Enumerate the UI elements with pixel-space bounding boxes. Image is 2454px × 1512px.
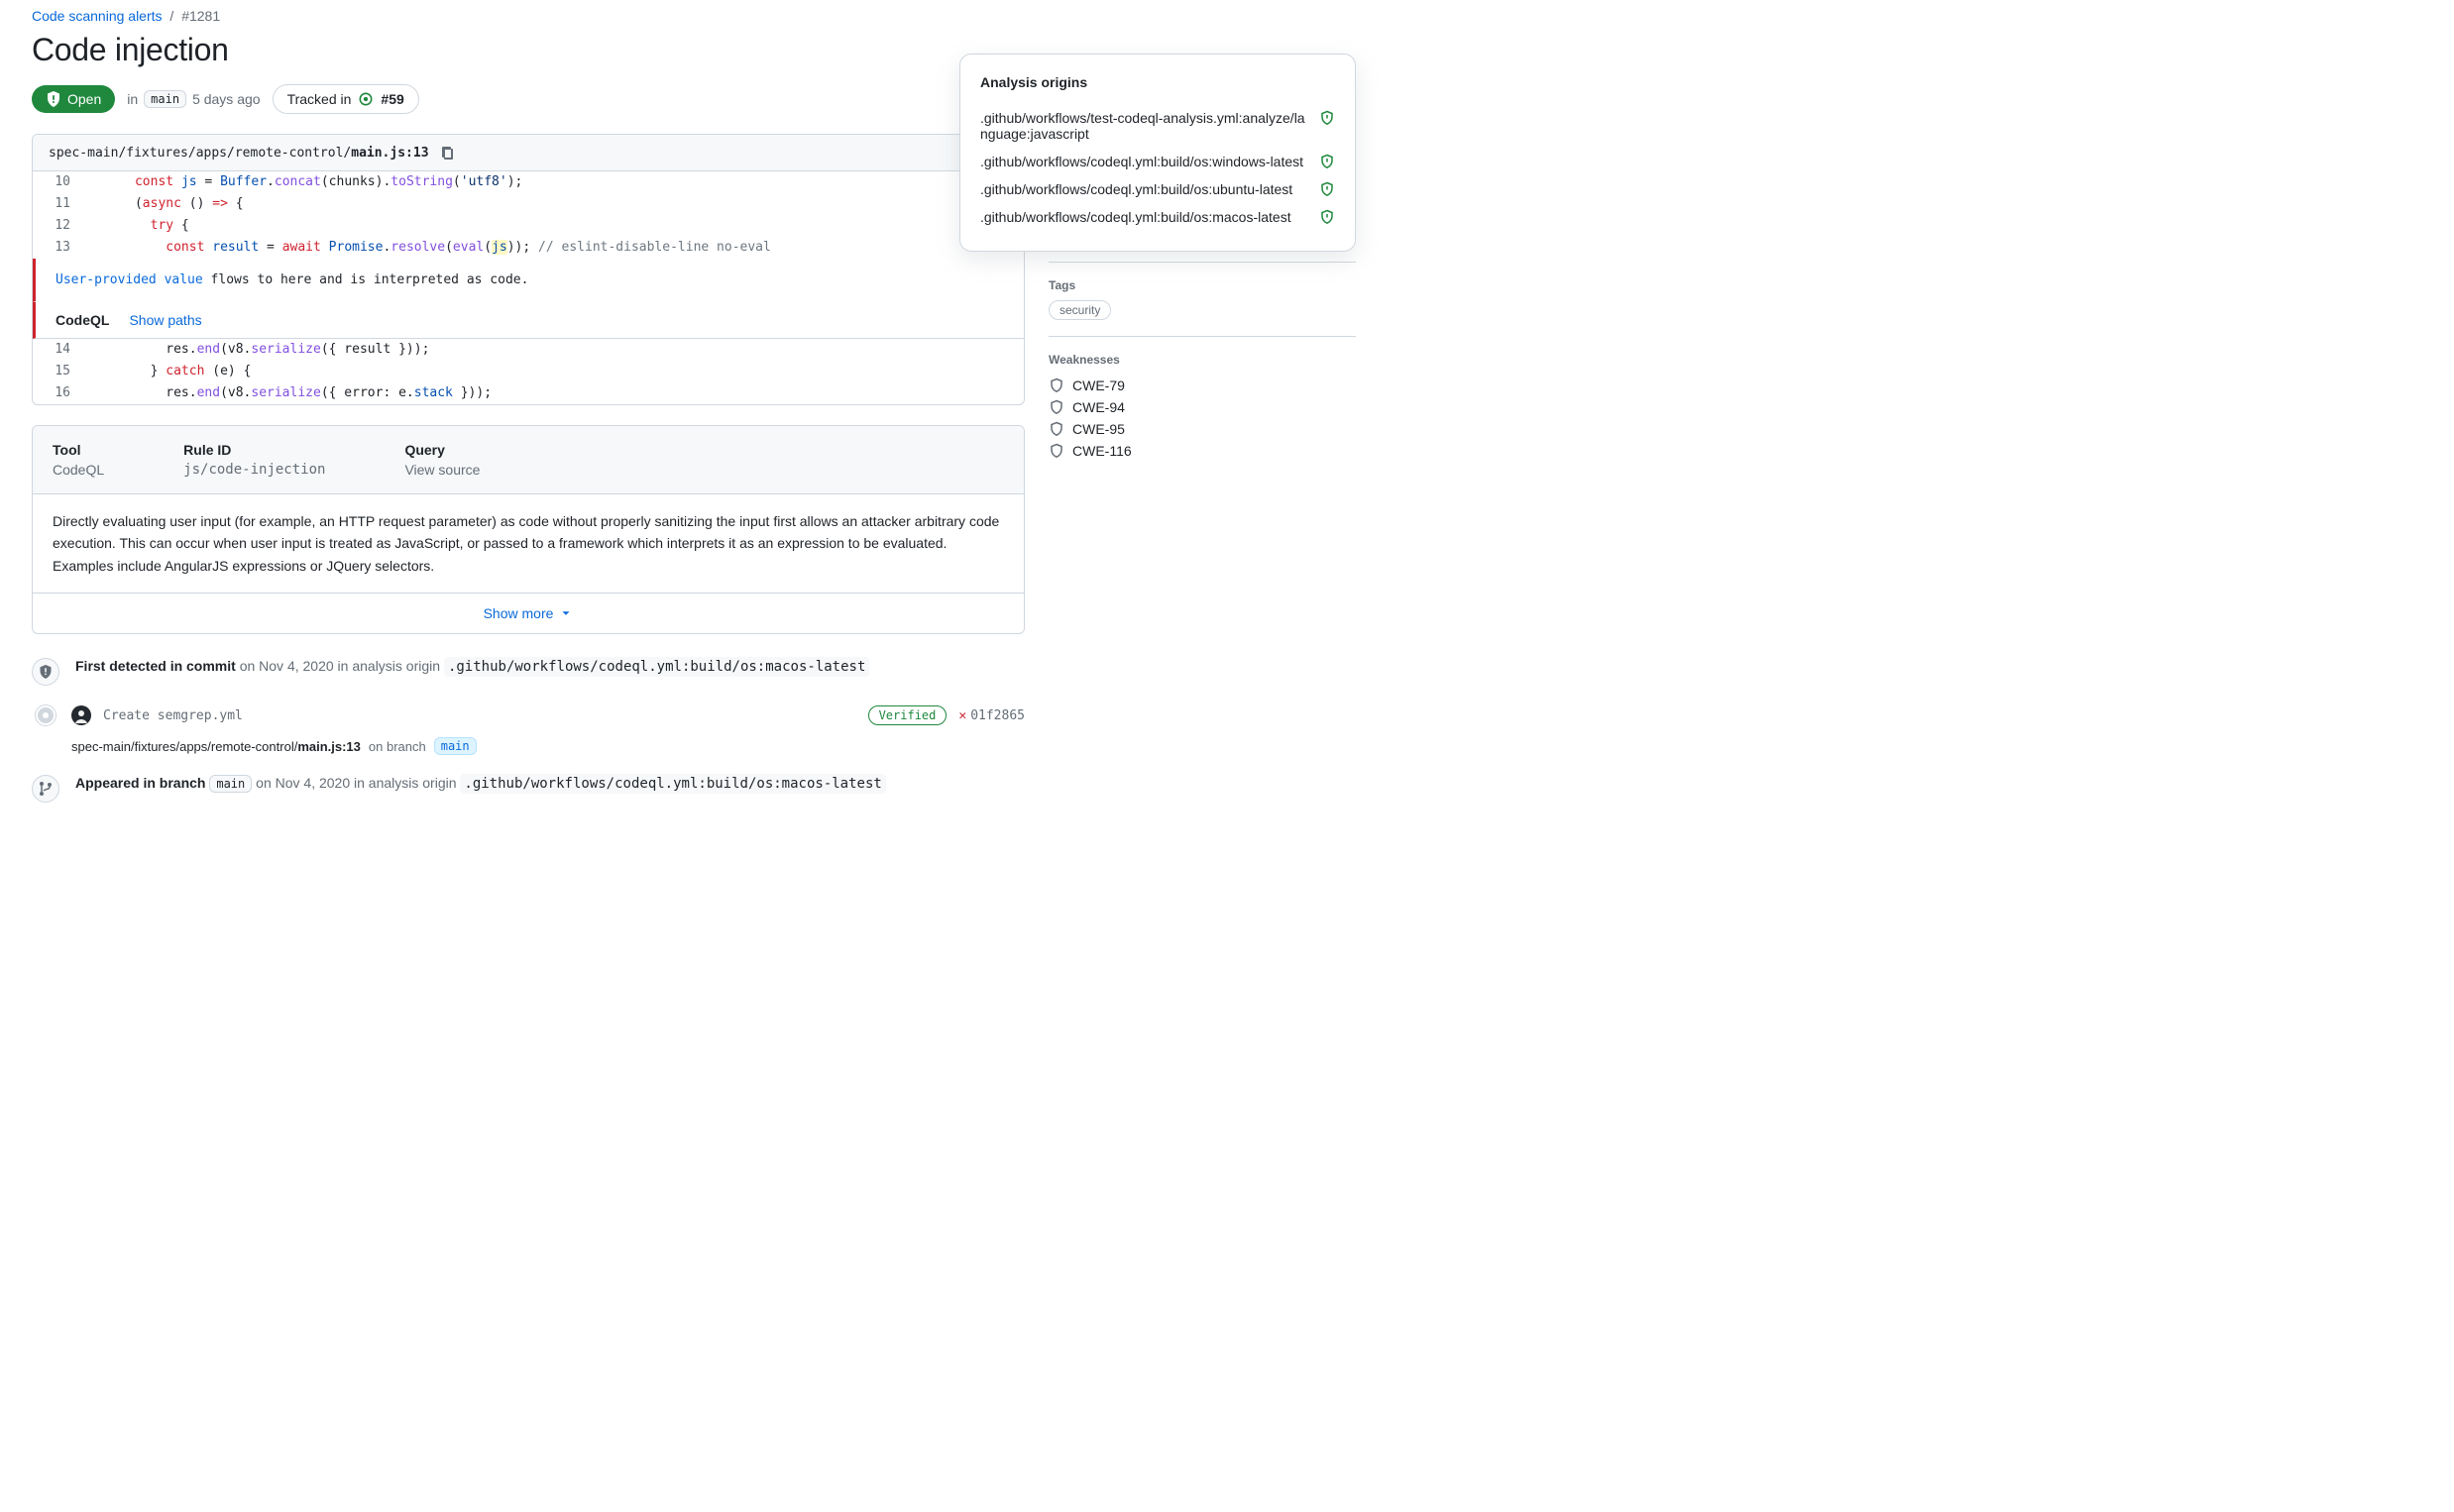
analysis-origin-row[interactable]: .github/workflows/codeql.yml:build/os:ma…	[980, 203, 1335, 231]
rule-info: ToolCodeQL Rule IDjs/code-injection Quer…	[32, 425, 1025, 634]
shield-alert-icon	[46, 91, 61, 107]
branch-chip[interactable]: main	[434, 737, 477, 755]
breadcrumb: Code scanning alerts / #1281	[32, 0, 1356, 24]
view-source-link[interactable]: View source	[404, 462, 480, 478]
shield-icon	[1319, 110, 1335, 126]
copy-path-icon[interactable]	[439, 145, 455, 161]
analysis-origin: .github/workflows/codeql.yml:build/os:ma…	[460, 774, 885, 794]
shield-icon	[1319, 154, 1335, 169]
commit-node-icon	[36, 705, 56, 725]
verified-badge: Verified	[868, 705, 948, 725]
weakness-row[interactable]: CWE-94	[1049, 396, 1356, 418]
git-branch-icon	[32, 775, 59, 803]
rule-id: js/code-injection	[183, 462, 325, 478]
shield-icon	[1049, 399, 1064, 415]
tool-name: CodeQL	[53, 462, 104, 478]
state-badge: Open	[32, 85, 115, 113]
weaknesses-heading: Weaknesses	[1049, 353, 1356, 367]
shield-icon	[1049, 443, 1064, 459]
breadcrumb-current: #1281	[181, 8, 220, 24]
show-paths-link[interactable]: Show paths	[129, 312, 201, 328]
chevron-down-icon	[559, 606, 573, 620]
analysis-origins-popover: Analysis origins .github/workflows/test-…	[959, 54, 1356, 252]
popover-title: Analysis origins	[980, 74, 1335, 90]
avatar	[71, 705, 91, 725]
alert-message: User-provided value flows to here and is…	[33, 259, 1024, 301]
commit-file-path[interactable]: spec-main/fixtures/apps/remote-control/m…	[71, 739, 361, 754]
commit-message[interactable]: Create semgrep.yml	[103, 708, 243, 723]
code-preview: spec-main/fixtures/apps/remote-control/m…	[32, 134, 1025, 405]
weakness-row[interactable]: CWE-95	[1049, 418, 1356, 440]
rule-description: Directly evaluating user input (for exam…	[33, 494, 1024, 593]
shield-icon	[1319, 209, 1335, 225]
breadcrumb-parent[interactable]: Code scanning alerts	[32, 8, 163, 24]
shield-icon	[1319, 181, 1335, 197]
branch-chip[interactable]: main	[144, 90, 186, 108]
analysis-origin-row[interactable]: .github/workflows/codeql.yml:build/os:wi…	[980, 148, 1335, 175]
tag-chip[interactable]: security	[1049, 300, 1111, 320]
shield-icon	[1049, 421, 1064, 437]
alert-tool-label: CodeQL	[56, 312, 109, 328]
weakness-row[interactable]: CWE-79	[1049, 375, 1356, 396]
branch-chip[interactable]: main	[209, 775, 252, 793]
analysis-origin-row[interactable]: .github/workflows/codeql.yml:build/os:ub…	[980, 175, 1335, 203]
commit-sha[interactable]: ✕ 01f2865	[958, 708, 1025, 723]
shield-icon	[32, 658, 59, 686]
tracked-in[interactable]: Tracked in #59	[273, 84, 419, 114]
show-more-button[interactable]: Show more	[33, 593, 1024, 633]
analysis-origin: .github/workflows/codeql.yml:build/os:ma…	[444, 657, 869, 677]
tags-heading: Tags	[1049, 278, 1356, 292]
code-file-path[interactable]: spec-main/fixtures/apps/remote-control/m…	[49, 146, 429, 161]
issue-open-icon	[359, 92, 373, 106]
analysis-origin-row[interactable]: .github/workflows/test-codeql-analysis.y…	[980, 104, 1335, 148]
weakness-row[interactable]: CWE-116	[1049, 440, 1356, 462]
shield-icon	[1049, 378, 1064, 393]
opened-in: in main 5 days ago	[127, 90, 260, 108]
